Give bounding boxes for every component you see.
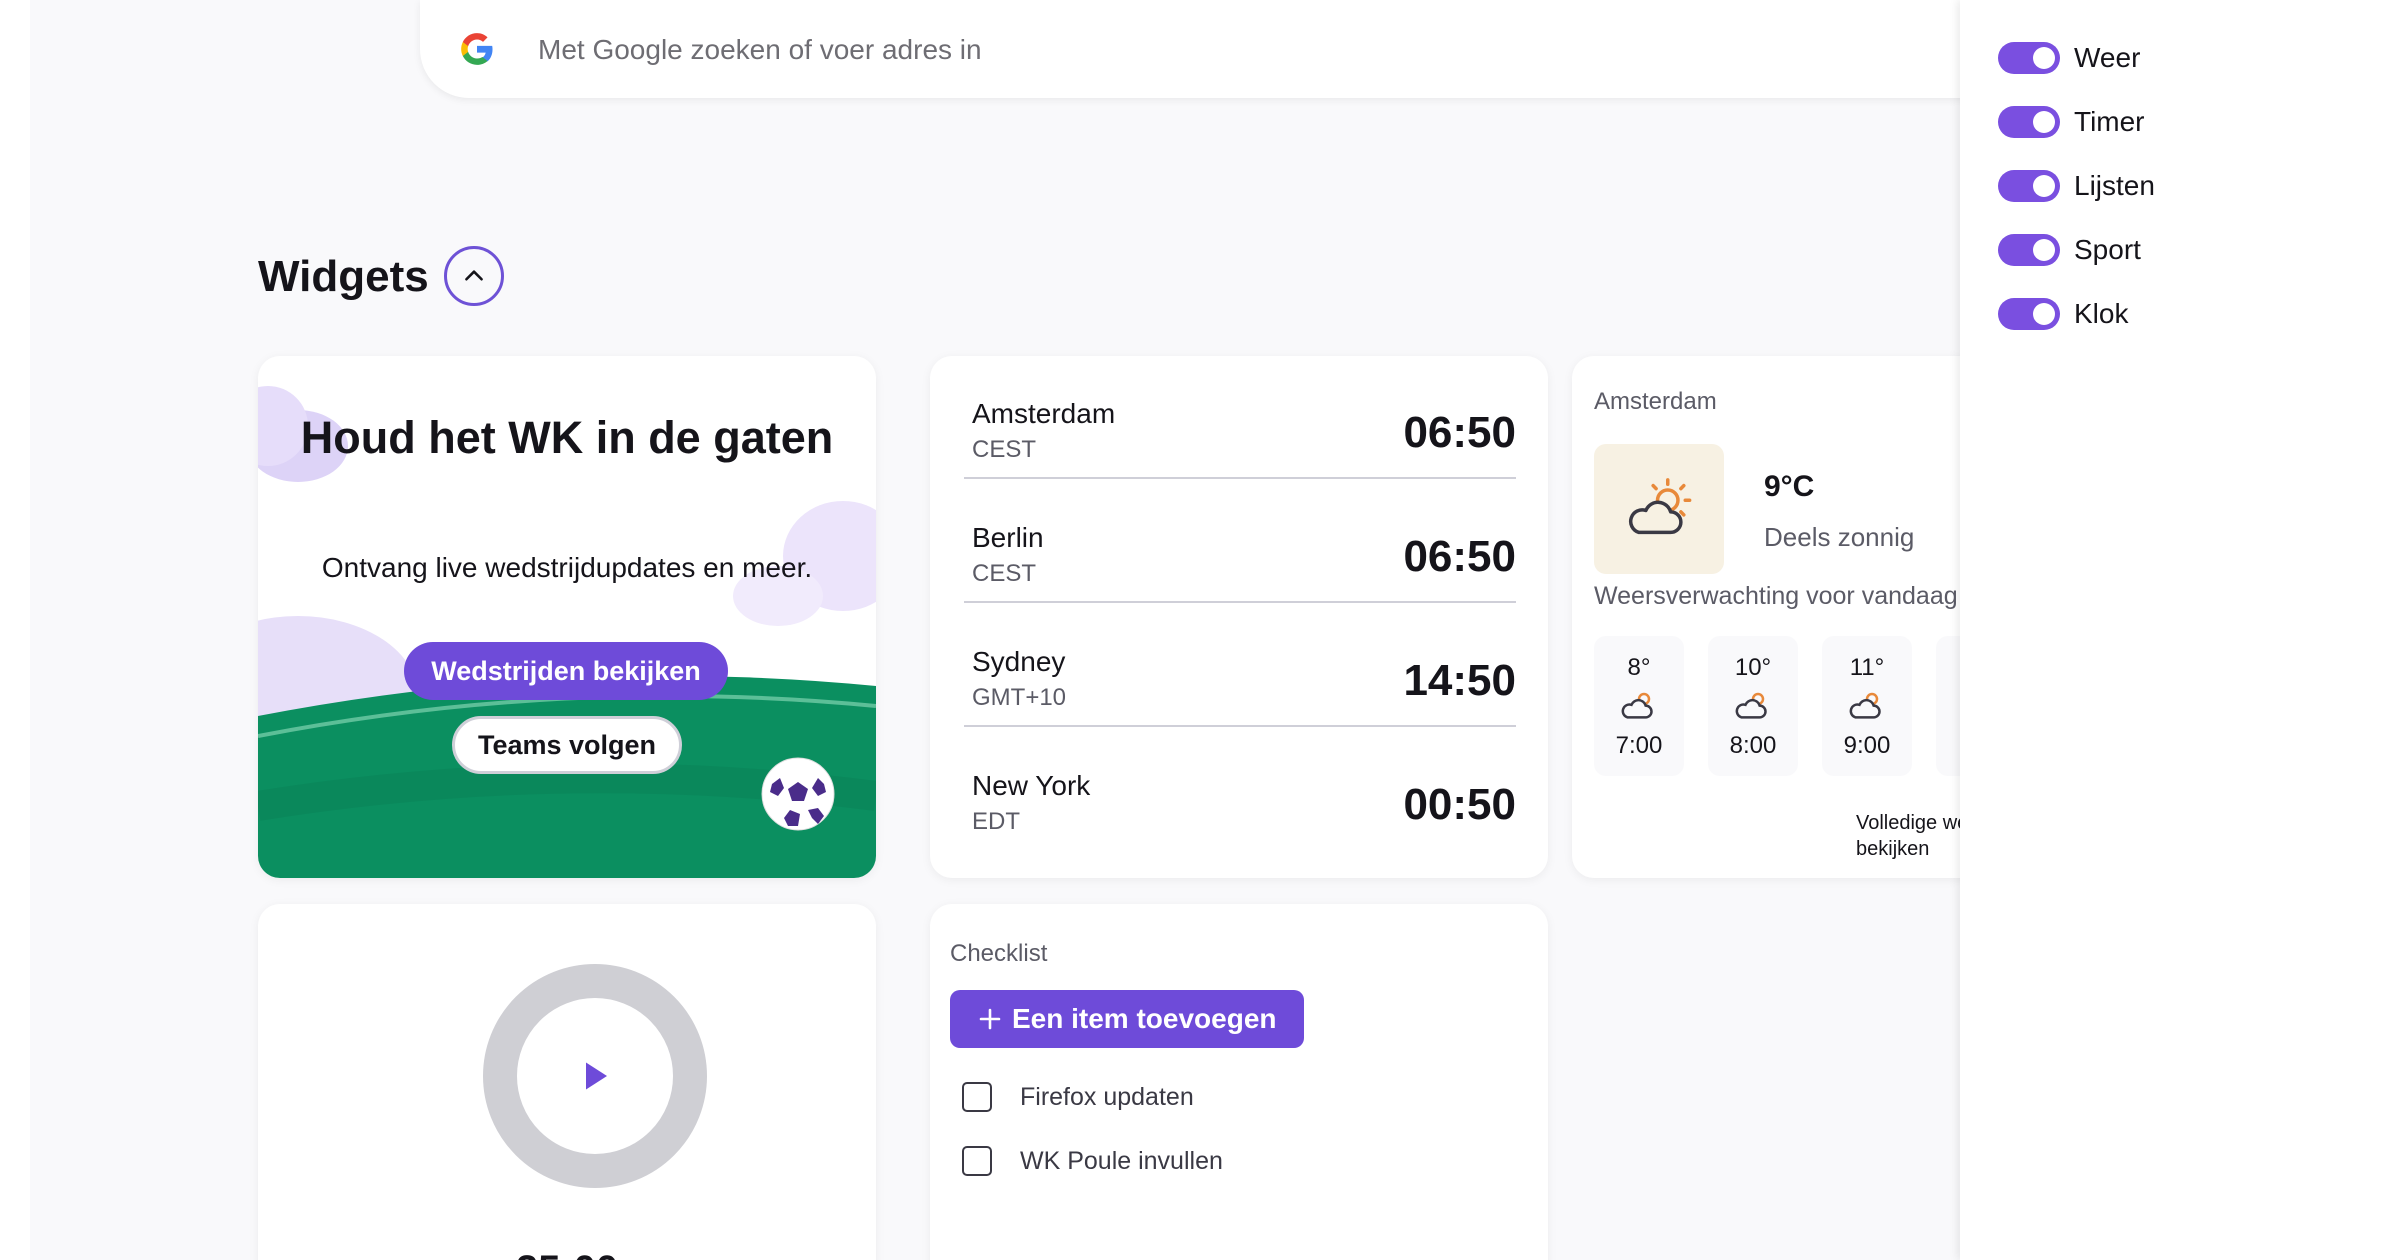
toggle-switch[interactable]: [1998, 298, 2060, 330]
widget-settings-panel: Weer Timer Lijsten Sport Klok: [1960, 0, 2400, 1260]
checkbox[interactable]: [962, 1082, 992, 1112]
clock-timezone: CEST: [972, 436, 1037, 463]
timer-time: 25:00: [258, 1248, 876, 1260]
toggle-row-weer[interactable]: Weer: [1998, 38, 2140, 78]
search-bar[interactable]: Met Google zoeken of voer adres in: [420, 0, 1970, 98]
add-item-label: Een item toevoegen: [1012, 1003, 1277, 1034]
clock-timezone: CEST: [972, 560, 1037, 587]
toggle-row-klok[interactable]: Klok: [1998, 294, 2128, 334]
clock-city: New York: [972, 770, 1091, 801]
forecast-label: Weersverwachting voor vandaag: [1594, 582, 1958, 610]
toggle-switch[interactable]: [1998, 234, 2060, 266]
follow-teams-button[interactable]: Teams volgen: [452, 716, 682, 774]
checklist-label: Checklist: [950, 940, 1048, 967]
view-matches-button[interactable]: Wedstrijden bekijken: [404, 642, 728, 700]
toggle-label: Klok: [2074, 298, 2129, 329]
clock-city: Amsterdam: [972, 398, 1116, 429]
clock-time: 06:50: [1403, 532, 1516, 581]
clock-row: Berlin CEST 06:50: [964, 480, 1516, 603]
search-placeholder[interactable]: Met Google zoeken of voer adres in: [538, 34, 982, 66]
checklist-item-text: WK Poule invullen: [1020, 1146, 1223, 1175]
clock-time: 06:50: [1403, 408, 1516, 457]
hourly-forecast: 10° 8:00: [1708, 636, 1798, 776]
hourly-forecast: 11° 9:00: [1822, 636, 1912, 776]
collapse-widgets-button[interactable]: [444, 246, 504, 306]
clock-city: Berlin: [972, 522, 1044, 553]
weather-condition: Deels zonnig: [1764, 522, 1915, 552]
hourly-time: 7:00: [1615, 732, 1663, 759]
toggle-knob: [2033, 239, 2055, 261]
add-item-button[interactable]: Een item toevoegen: [950, 990, 1304, 1048]
toggle-row-timer[interactable]: Timer: [1998, 102, 2145, 142]
partly-sunny-icon: [1849, 692, 1881, 719]
soccer-ball-icon: [761, 757, 835, 831]
clock-widget: Amsterdam CEST 06:50 Berlin CEST 06:50 S…: [930, 356, 1548, 878]
toggle-knob: [2033, 303, 2055, 325]
clock-row: Sydney GMT+10 14:50: [964, 604, 1516, 727]
toggle-knob: [2033, 175, 2055, 197]
weather-icon-box: [1594, 444, 1724, 574]
toggle-label: Weer: [2074, 42, 2141, 73]
checklist-item-text: Firefox updaten: [1020, 1082, 1194, 1111]
toggle-knob: [2033, 47, 2055, 69]
hourly-temp: 10°: [1734, 654, 1772, 681]
toggle-switch[interactable]: [1998, 42, 2060, 74]
new-tab-page: Met Google zoeken of voer adres in Widge…: [30, 0, 1970, 1260]
toggle-switch[interactable]: [1998, 170, 2060, 202]
clock-time: 14:50: [1403, 656, 1516, 705]
checkbox[interactable]: [962, 1146, 992, 1176]
weather-widget: Amsterdam 9°C Deels zonnig Weersverwacht…: [1572, 356, 1970, 878]
partly-sunny-icon: [1621, 692, 1653, 719]
google-icon: [461, 33, 493, 65]
partly-sunny-icon: [1628, 478, 1692, 535]
clock-time: 00:50: [1403, 780, 1516, 829]
hourly-time: 8:00: [1729, 732, 1777, 759]
divider: [964, 601, 1516, 603]
checklist-item[interactable]: Firefox updaten: [962, 1080, 1194, 1114]
toggle-switch[interactable]: [1998, 106, 2060, 138]
hourly-temp: 11°: [1849, 654, 1885, 681]
toggle-label: Sport: [2074, 234, 2141, 265]
clock-city: Sydney: [972, 646, 1066, 677]
divider: [964, 725, 1516, 727]
hourly-time: 9:00: [1843, 732, 1891, 759]
toggle-knob: [2033, 111, 2055, 133]
toggle-label: Timer: [2074, 106, 2145, 137]
sport-subtitle: Ontvang live wedstrijdupdates en meer.: [321, 552, 813, 583]
plus-icon: [979, 1008, 1001, 1030]
toggle-label: Lijsten: [2074, 170, 2155, 201]
chevron-up-icon: [465, 270, 483, 281]
partly-sunny-icon: [1735, 692, 1767, 719]
toggle-row-lijsten[interactable]: Lijsten: [1998, 166, 2155, 206]
toggle-row-sport[interactable]: Sport: [1998, 230, 2141, 270]
weather-temperature: 9°C: [1764, 470, 1815, 503]
full-forecast-link[interactable]: Volledige weer bekijken: [1856, 810, 1970, 862]
clock-timezone: EDT: [972, 808, 1020, 835]
play-icon[interactable]: [577, 1058, 613, 1094]
clock-timezone: GMT+10: [972, 684, 1067, 711]
clock-row: Amsterdam CEST 06:50: [964, 356, 1516, 479]
clock-row: New York EDT 00:50: [964, 728, 1516, 851]
divider: [964, 477, 1516, 479]
hourly-forecast: 8° 7:00: [1594, 636, 1684, 776]
sport-widget: Houd het WK in de gaten Ontvang live wed…: [258, 356, 876, 878]
sport-title: Houd het WK in de gaten: [300, 412, 834, 463]
timer-widget: 25:00: [258, 904, 876, 1260]
checklist-widget: Checklist Een item toevoegen Firefox upd…: [930, 904, 1548, 1260]
hourly-temp: 8°: [1627, 654, 1651, 681]
widgets-title: Widgets: [258, 252, 429, 301]
weather-location: Amsterdam: [1594, 388, 1717, 415]
checklist-item[interactable]: WK Poule invullen: [962, 1144, 1223, 1178]
